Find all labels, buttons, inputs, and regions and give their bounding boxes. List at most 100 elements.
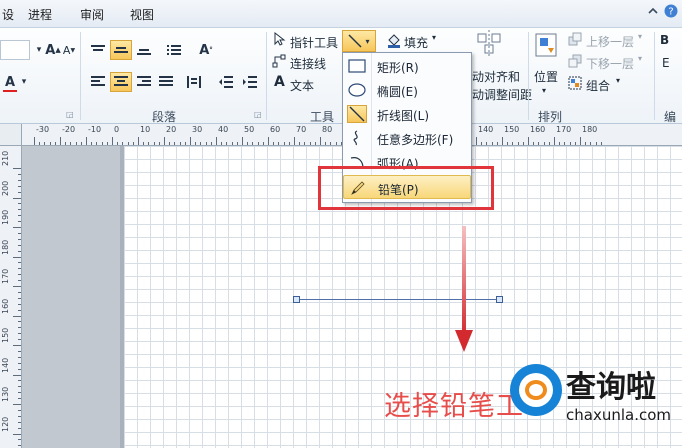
- bring-forward-icon[interactable]: [568, 32, 582, 49]
- line-end-handle[interactable]: [496, 296, 503, 303]
- connector-label[interactable]: 连接线: [290, 55, 326, 72]
- align-center-icon[interactable]: [110, 72, 132, 92]
- ruler-label: 180: [582, 125, 598, 134]
- menu-tab-review[interactable]: 审阅: [80, 6, 104, 23]
- ruler-label: 60: [270, 125, 281, 134]
- ruler-label: 170: [556, 125, 572, 134]
- ruler-tick: [13, 345, 21, 346]
- ruler-label: 70: [296, 125, 307, 134]
- dialog-launcher-icon[interactable]: ◲: [254, 110, 262, 119]
- font-size-dropdown[interactable]: ▾: [32, 40, 46, 60]
- menu-item-ellipse[interactable]: 椭圆(E): [343, 78, 471, 102]
- ruler-minor-tick: [257, 142, 259, 145]
- ruler-minor-tick: [18, 173, 21, 175]
- ruler-minor-tick: [273, 142, 275, 145]
- text-tool-label[interactable]: 文本: [290, 77, 314, 94]
- ruler-minor-tick: [18, 238, 21, 240]
- text-tool-icon[interactable]: A: [274, 74, 285, 90]
- menu-item-freeform[interactable]: 任意多边形(F): [343, 126, 471, 150]
- font-color-dropdown[interactable]: ▾: [18, 72, 30, 92]
- align-left-icon[interactable]: [88, 72, 108, 92]
- ruler-minor-tick: [325, 142, 327, 145]
- connector-icon[interactable]: [272, 54, 286, 71]
- ruler-tick: [13, 168, 21, 169]
- increase-indent-icon[interactable]: [240, 72, 260, 92]
- ruler-minor-tick: [18, 179, 21, 181]
- ruler-minor-tick: [18, 215, 21, 217]
- edit-group-clipped-icon[interactable]: E: [662, 56, 670, 70]
- ruler-minor-tick: [143, 142, 145, 145]
- position-label[interactable]: 位置: [534, 68, 558, 85]
- position-icon[interactable]: [534, 32, 558, 61]
- position-dropdown-icon[interactable]: ▾: [542, 86, 546, 95]
- ruler-minor-tick: [18, 392, 21, 394]
- fill-label[interactable]: 填充: [404, 34, 428, 51]
- align-bottom-icon[interactable]: [134, 40, 154, 60]
- line-start-handle[interactable]: [293, 296, 300, 303]
- menu-item-label: 椭圆(E): [377, 85, 418, 99]
- ruler-minor-tick: [75, 142, 77, 145]
- auto-align-label-2[interactable]: 动调整间距: [472, 86, 532, 103]
- pointer-tool-label[interactable]: 指针工具: [290, 34, 338, 51]
- edit-group-clipped-icon[interactable]: B: [660, 33, 669, 47]
- fill-dropdown-icon[interactable]: ▾: [432, 33, 436, 42]
- ruler-tick: [502, 137, 503, 145]
- watermark-url: chaxunla.com: [566, 406, 671, 424]
- justify-icon[interactable]: [156, 72, 176, 92]
- bring-forward-label[interactable]: 上移一层: [586, 33, 634, 50]
- help-icon[interactable]: ?: [664, 4, 678, 21]
- ruler-minor-tick: [96, 142, 98, 145]
- menu-item-line[interactable]: 折线图(L): [343, 102, 471, 126]
- drawn-line-shape[interactable]: [297, 299, 501, 300]
- align-middle-icon[interactable]: [110, 40, 132, 60]
- pointer-tool-icon[interactable]: [274, 31, 286, 49]
- ruler-minor-tick: [304, 142, 306, 145]
- ruler-label: 130: [1, 386, 10, 402]
- bullets-icon[interactable]: [164, 40, 184, 60]
- shape-tool-button[interactable]: ▾: [342, 30, 376, 52]
- bring-forward-dropdown-icon[interactable]: ▾: [638, 32, 642, 41]
- ruler-minor-tick: [18, 297, 21, 299]
- ruler-minor-tick: [18, 203, 21, 205]
- ruler-label: 190: [1, 209, 10, 225]
- ruler-minor-tick: [101, 142, 103, 145]
- fill-icon[interactable]: [386, 32, 402, 51]
- ruler-minor-tick: [569, 142, 571, 145]
- auto-align-icon[interactable]: [476, 30, 502, 59]
- ruler-minor-tick: [18, 327, 21, 329]
- vertical-ruler[interactable]: 210 200 190 180 170 160 150 140 130 120: [0, 146, 22, 448]
- chevron-up-icon[interactable]: [648, 6, 658, 19]
- auto-align-label-1[interactable]: 动对齐和: [472, 68, 520, 85]
- dialog-launcher-icon[interactable]: ◲: [66, 110, 74, 119]
- align-top-icon[interactable]: [88, 40, 108, 60]
- group-label[interactable]: 组合: [586, 77, 610, 94]
- ruler-tick: [112, 137, 113, 145]
- distribute-icon[interactable]: [184, 72, 204, 92]
- menu-item-label: 任意多边形(F): [377, 133, 454, 147]
- ruler-minor-tick: [18, 356, 21, 358]
- decrease-indent-icon[interactable]: [216, 72, 236, 92]
- align-right-icon[interactable]: [134, 72, 154, 92]
- ruler-minor-tick: [106, 142, 108, 145]
- menu-tab-view[interactable]: 视图: [130, 6, 154, 23]
- ruler-minor-tick: [512, 142, 514, 145]
- grow-font-icon[interactable]: A ▲: [45, 40, 60, 60]
- send-backward-label[interactable]: 下移一层: [586, 55, 634, 72]
- group-icon[interactable]: [568, 76, 582, 93]
- ruler-tick: [320, 137, 321, 145]
- shrink-font-icon[interactable]: A ▼: [62, 40, 76, 60]
- font-color-icon[interactable]: A: [2, 72, 18, 92]
- menu-tab-design[interactable]: 设: [2, 6, 14, 23]
- ruler-minor-tick: [179, 142, 181, 145]
- ruler-minor-tick: [335, 142, 337, 145]
- text-direction-icon[interactable]: A °: [196, 40, 216, 60]
- menu-item-rectangle[interactable]: 矩形(R): [343, 54, 471, 78]
- send-backward-dropdown-icon[interactable]: ▾: [638, 54, 642, 63]
- freeform-icon: [347, 129, 367, 147]
- menu-tab-process[interactable]: 进程: [28, 6, 52, 23]
- ruler-minor-tick: [18, 409, 21, 411]
- font-size-box[interactable]: [0, 40, 30, 60]
- send-backward-icon[interactable]: [568, 54, 582, 71]
- group-dropdown-icon[interactable]: ▾: [616, 76, 620, 85]
- ruler-minor-tick: [221, 142, 223, 145]
